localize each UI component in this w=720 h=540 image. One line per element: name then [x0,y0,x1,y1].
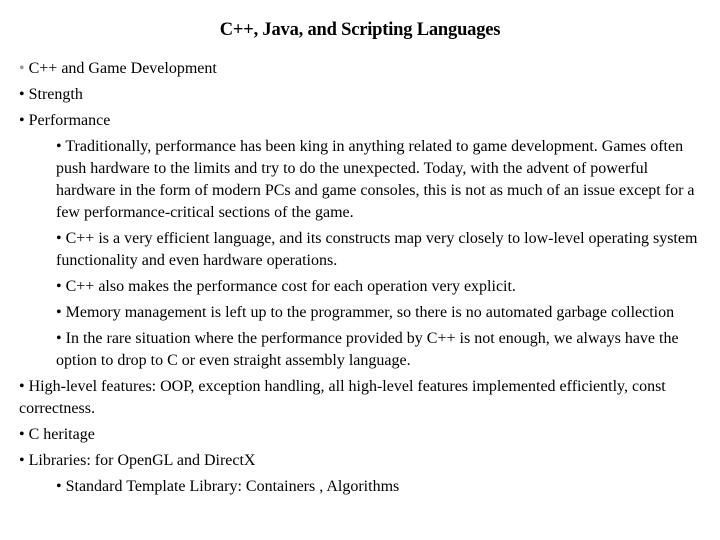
bullet-item-game-development: • C++ and Game Development [19,58,709,80]
bullet-icon: • [19,60,25,77]
bullet-item-strength: • Strength [19,84,709,106]
bullet-icon: • [19,112,25,129]
bullet-text: Traditionally, performance has been king… [56,138,695,221]
sub-bullet-item: • C++ is a very efficient language, and … [19,228,709,272]
bullet-text: Libraries: for OpenGL and DirectX [28,452,256,469]
bullet-text: C++ is a very efficient language, and it… [56,230,698,269]
bullet-text: In the rare situation where the performa… [56,330,679,369]
bullet-text: Performance [28,112,111,129]
bullet-text: Memory management is left up to the prog… [65,304,675,321]
slide-title: C++, Java, and Scripting Languages [219,20,501,40]
bullet-text: Strength [28,86,83,103]
bullet-icon: • [56,278,62,295]
bullet-icon: • [56,478,62,495]
sub-bullet-item: • C++ also makes the performance cost fo… [19,276,709,298]
bullet-text: High-level features: OOP, exception hand… [19,378,666,417]
slide-body: • C++ and Game Development • Strength • … [19,58,709,502]
bullet-icon: • [56,230,62,247]
bullet-icon: • [19,86,25,103]
bullet-icon: • [56,304,62,321]
sub-bullet-item: • In the rare situation where the perfor… [19,328,709,372]
sub-bullet-item: • Standard Template Library: Containers … [19,476,709,498]
bullet-item-libraries: • Libraries: for OpenGL and DirectX [19,450,709,472]
bullet-text: C++ and Game Development [28,60,217,77]
bullet-item-c-heritage: • C heritage [19,424,709,446]
bullet-icon: • [19,452,25,469]
bullet-icon: • [19,378,25,395]
bullet-text: C heritage [28,426,95,443]
bullet-icon: • [56,330,62,347]
bullet-item-performance: • Performance [19,110,709,132]
bullet-text: C++ also makes the performance cost for … [65,278,516,295]
bullet-icon: • [19,426,25,443]
sub-bullet-item: • Memory management is left up to the pr… [19,302,709,324]
sub-bullet-item: • Traditionally, performance has been ki… [19,136,709,224]
bullet-text: Standard Template Library: Containers , … [65,478,400,495]
bullet-item-high-level-features: • High-level features: OOP, exception ha… [19,376,709,420]
bullet-icon: • [56,138,62,155]
